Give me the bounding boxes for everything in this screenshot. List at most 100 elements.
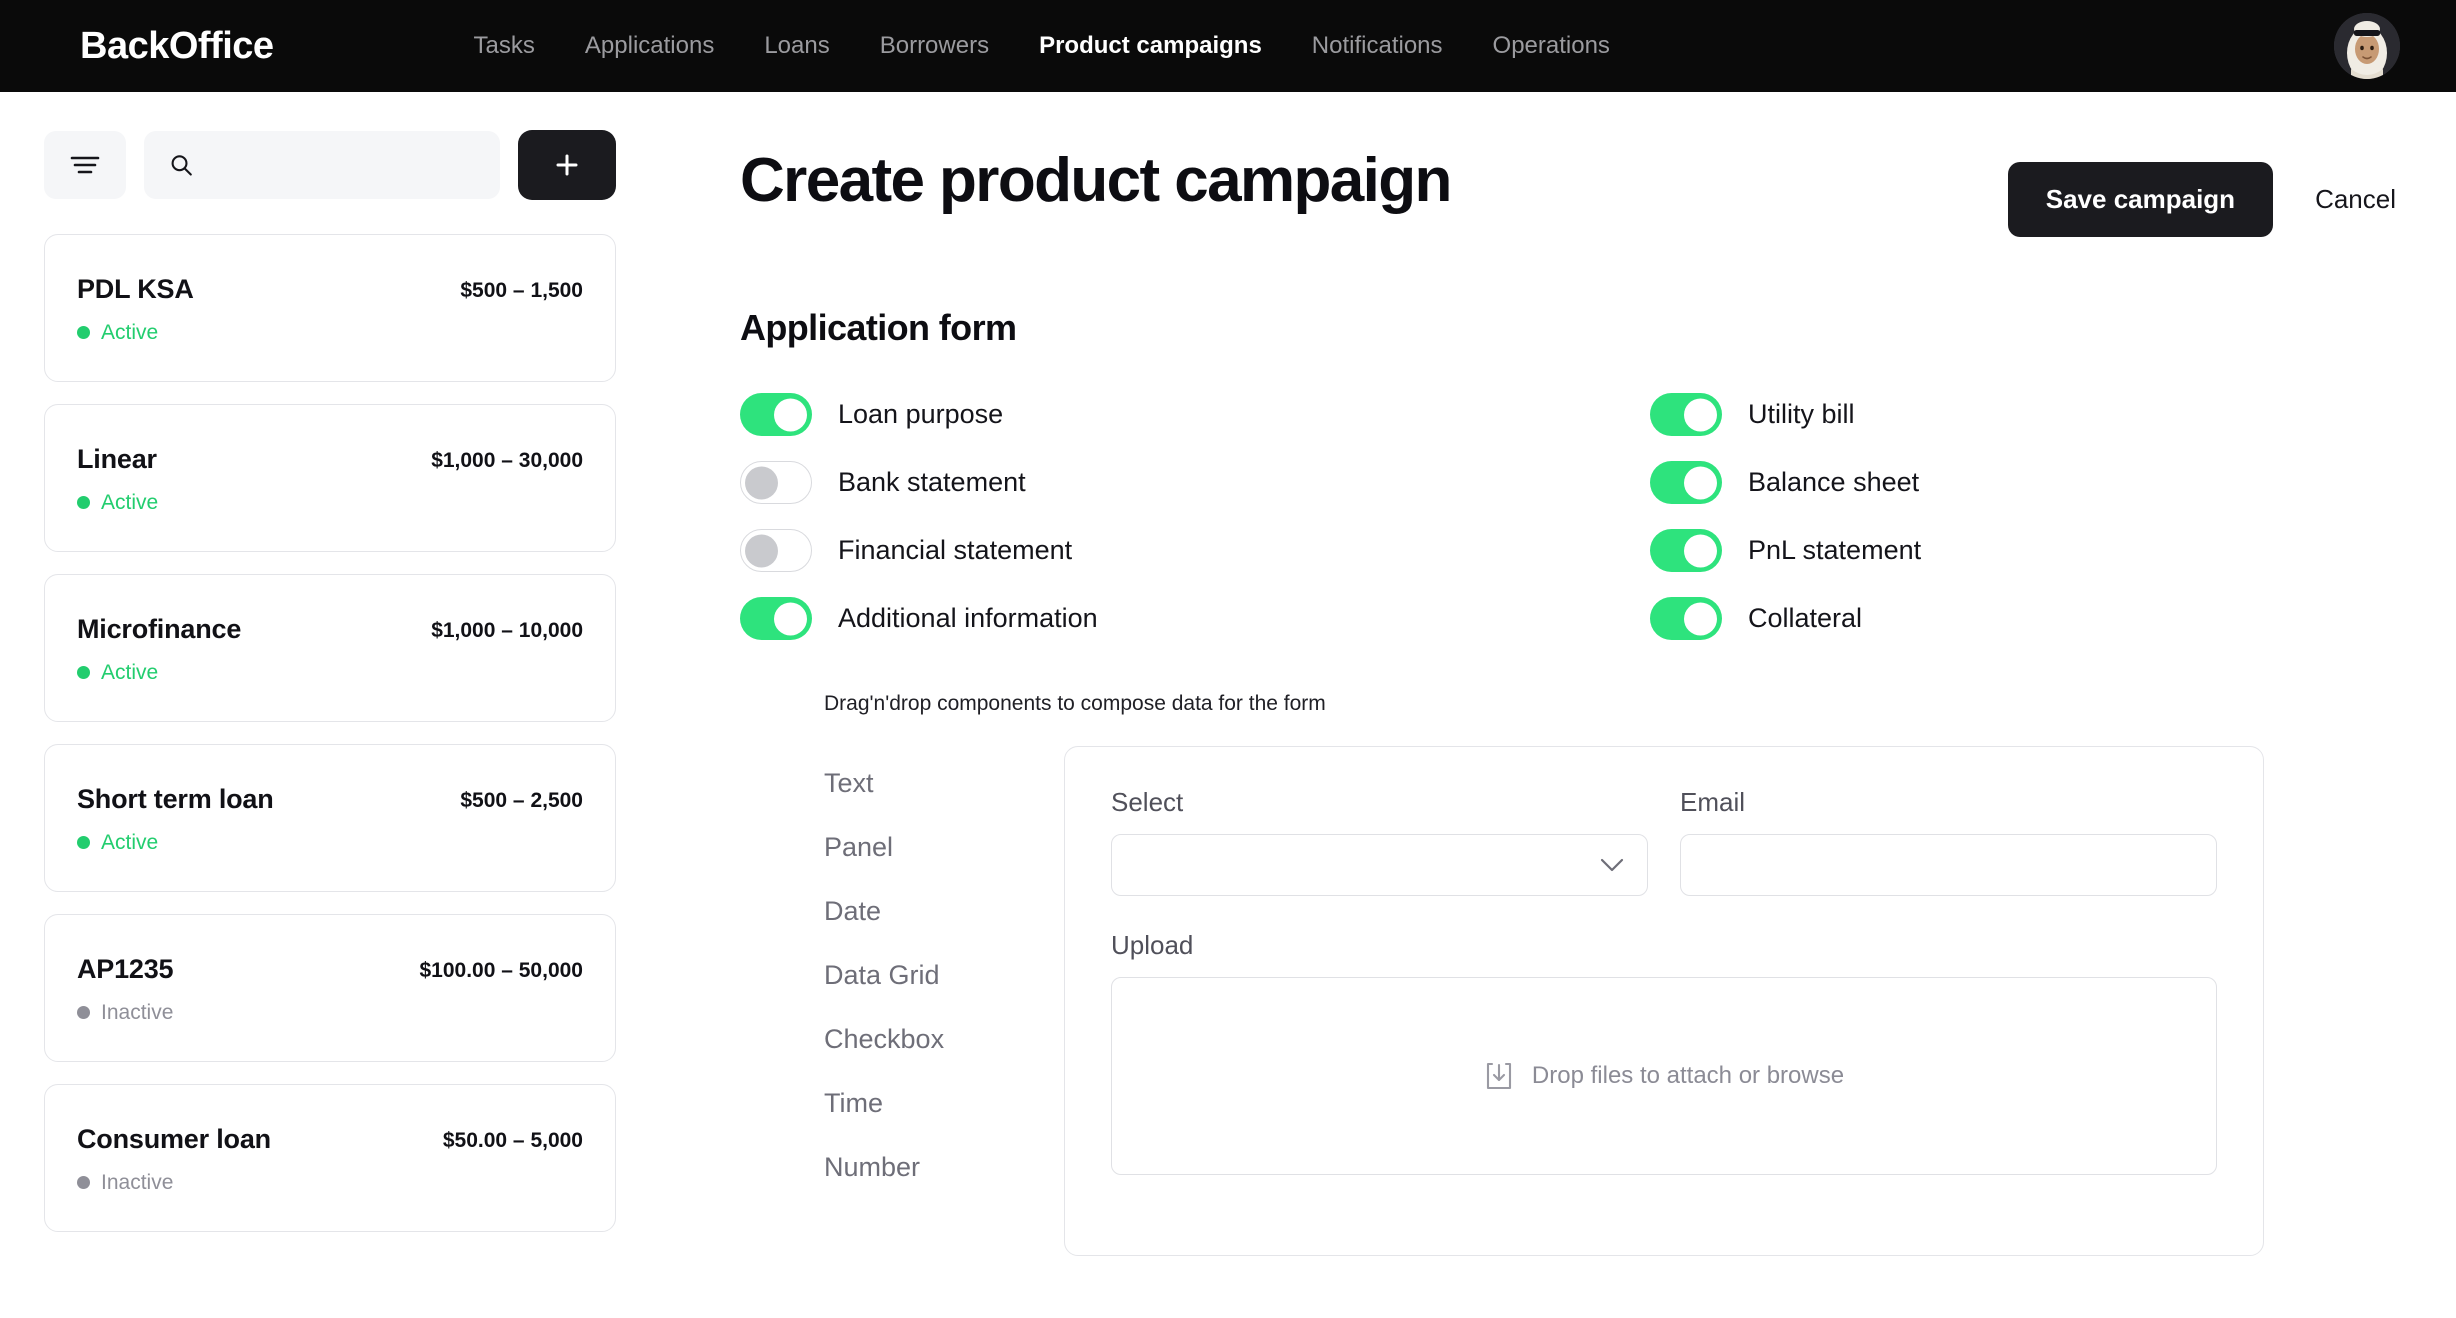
campaign-name: Linear: [77, 443, 157, 474]
top-navigation-bar: BackOffice Tasks Applications Loans Borr…: [0, 0, 2456, 92]
status-badge: Active: [77, 491, 583, 515]
campaign-amount: $500 – 2,500: [460, 788, 583, 812]
palette-item-text[interactable]: Text: [824, 768, 1064, 799]
toggle-label: Utility bill: [1748, 399, 1855, 429]
form-canvas[interactable]: Select Email Upload Drop files to attach…: [1064, 746, 2264, 1256]
plus-icon: [556, 154, 578, 176]
toggle-financial-statement[interactable]: Financial statement: [740, 529, 1650, 572]
select-dropdown[interactable]: [1111, 834, 1648, 896]
campaign-card[interactable]: Linear $1,000 – 30,000 Active: [44, 404, 616, 552]
filter-button[interactable]: [44, 131, 126, 199]
nav-item-notifications[interactable]: Notifications: [1312, 32, 1443, 60]
status-dot-icon: [77, 326, 90, 339]
status-label: Active: [101, 830, 159, 854]
palette-item-panel[interactable]: Panel: [824, 832, 1064, 863]
palette-item-date[interactable]: Date: [824, 896, 1064, 927]
builder-hint: Drag'n'drop components to compose data f…: [824, 692, 1326, 715]
toggle-knob: [774, 398, 807, 431]
form-builder: Text Panel Date Data Grid Checkbox Time …: [740, 746, 2396, 1256]
nav-item-operations[interactable]: Operations: [1493, 32, 1610, 60]
toggle-loan-purpose[interactable]: Loan purpose: [740, 393, 1650, 436]
toggle-knob: [745, 534, 778, 567]
status-dot-icon: [77, 1006, 90, 1019]
palette-item-data-grid[interactable]: Data Grid: [824, 960, 1064, 991]
brand-logo[interactable]: BackOffice: [80, 25, 274, 68]
email-field: Email: [1680, 787, 2217, 896]
toggle-knob: [1684, 602, 1717, 635]
search-box[interactable]: [144, 131, 500, 199]
status-label: Active: [101, 490, 159, 514]
nav-item-borrowers[interactable]: Borrowers: [880, 32, 989, 60]
campaign-name: Consumer loan: [77, 1123, 271, 1154]
avatar[interactable]: [2334, 13, 2400, 79]
toggle-utility-bill[interactable]: Utility bill: [1650, 393, 2396, 436]
toggle-switch[interactable]: [1650, 393, 1722, 436]
campaign-name: AP1235: [77, 953, 174, 984]
palette-item-checkbox[interactable]: Checkbox: [824, 1024, 1064, 1055]
add-campaign-button[interactable]: [518, 130, 616, 200]
status-dot-icon: [77, 496, 90, 509]
email-input-wrap[interactable]: [1680, 834, 2217, 896]
toggle-switch[interactable]: [1650, 461, 1722, 504]
campaign-card[interactable]: Short term loan $500 – 2,500 Active: [44, 744, 616, 892]
file-dropzone[interactable]: Drop files to attach or browse: [1111, 977, 2217, 1175]
nav-item-applications[interactable]: Applications: [585, 32, 714, 60]
sidebar-toolbar: [44, 130, 616, 200]
filter-icon: [70, 156, 100, 174]
toggle-switch[interactable]: [740, 461, 812, 504]
toggle-pnl-statement[interactable]: PnL statement: [1650, 529, 2396, 572]
main-nav-links: Tasks Applications Loans Borrowers Produ…: [474, 32, 1610, 60]
status-badge: Active: [77, 831, 583, 855]
campaign-name: PDL KSA: [77, 273, 194, 304]
toggle-balance-sheet[interactable]: Balance sheet: [1650, 461, 2396, 504]
cancel-button[interactable]: Cancel: [2315, 184, 2396, 215]
email-field-label: Email: [1680, 787, 1746, 817]
main-content: Create product campaign Save campaign Ca…: [660, 92, 2456, 1318]
palette-item-number[interactable]: Number: [824, 1152, 1064, 1183]
status-badge: Active: [77, 661, 583, 685]
search-icon: [171, 155, 192, 176]
nav-item-tasks[interactable]: Tasks: [474, 32, 535, 60]
toggle-knob: [774, 602, 807, 635]
status-dot-icon: [77, 1176, 90, 1189]
toggle-label: Collateral: [1748, 603, 1863, 633]
section-title: Application form: [740, 307, 1017, 348]
campaign-card[interactable]: PDL KSA $500 – 1,500 Active: [44, 234, 616, 382]
campaign-amount: $1,000 – 10,000: [431, 618, 583, 642]
campaign-amount: $1,000 – 30,000: [431, 448, 583, 472]
status-dot-icon: [77, 836, 90, 849]
upload-tray-icon: [1486, 1062, 1511, 1090]
document-toggles-grid: Loan purpose Utility bill Bank statement…: [740, 393, 2396, 640]
campaign-card[interactable]: Microfinance $1,000 – 10,000 Active: [44, 574, 616, 722]
status-badge: Active: [77, 321, 583, 345]
email-input[interactable]: [1703, 851, 2194, 879]
toggle-switch[interactable]: [1650, 597, 1722, 640]
toggle-switch[interactable]: [740, 393, 812, 436]
palette-item-time[interactable]: Time: [824, 1088, 1064, 1119]
campaign-card[interactable]: AP1235 $100.00 – 50,000 Inactive: [44, 914, 616, 1062]
status-label: Active: [101, 660, 159, 684]
campaign-amount: $50.00 – 5,000: [442, 1128, 583, 1152]
campaign-name: Microfinance: [77, 613, 242, 644]
campaign-amount: $100.00 – 50,000: [419, 958, 584, 982]
page-body: PDL KSA $500 – 1,500 Active Linear $1,00…: [0, 92, 2456, 1318]
campaign-card[interactable]: Consumer loan $50.00 – 5,000 Inactive: [44, 1084, 616, 1232]
toggle-switch[interactable]: [1650, 529, 1722, 572]
toggle-switch[interactable]: [740, 529, 812, 572]
toggle-bank-statement[interactable]: Bank statement: [740, 461, 1650, 504]
campaign-name: Short term loan: [77, 783, 274, 814]
form-field-row: Select Email: [1111, 787, 2217, 896]
nav-item-product-campaigns[interactable]: Product campaigns: [1039, 32, 1262, 60]
upload-field: Upload Drop files to attach or browse: [1111, 930, 2217, 1175]
campaign-amount: $500 – 1,500: [460, 278, 583, 302]
component-palette: Text Panel Date Data Grid Checkbox Time …: [824, 746, 1064, 1216]
toggle-switch[interactable]: [740, 597, 812, 640]
toggle-additional-information[interactable]: Additional information: [740, 597, 1650, 640]
search-input[interactable]: [210, 152, 474, 178]
save-campaign-button[interactable]: Save campaign: [2007, 162, 2274, 237]
page-header: Create product campaign Save campaign Ca…: [740, 148, 2396, 237]
toggle-label: Additional information: [838, 603, 1098, 633]
toggle-collateral[interactable]: Collateral: [1650, 597, 2396, 640]
toggle-label: Financial statement: [838, 535, 1073, 565]
nav-item-loans[interactable]: Loans: [764, 32, 829, 60]
